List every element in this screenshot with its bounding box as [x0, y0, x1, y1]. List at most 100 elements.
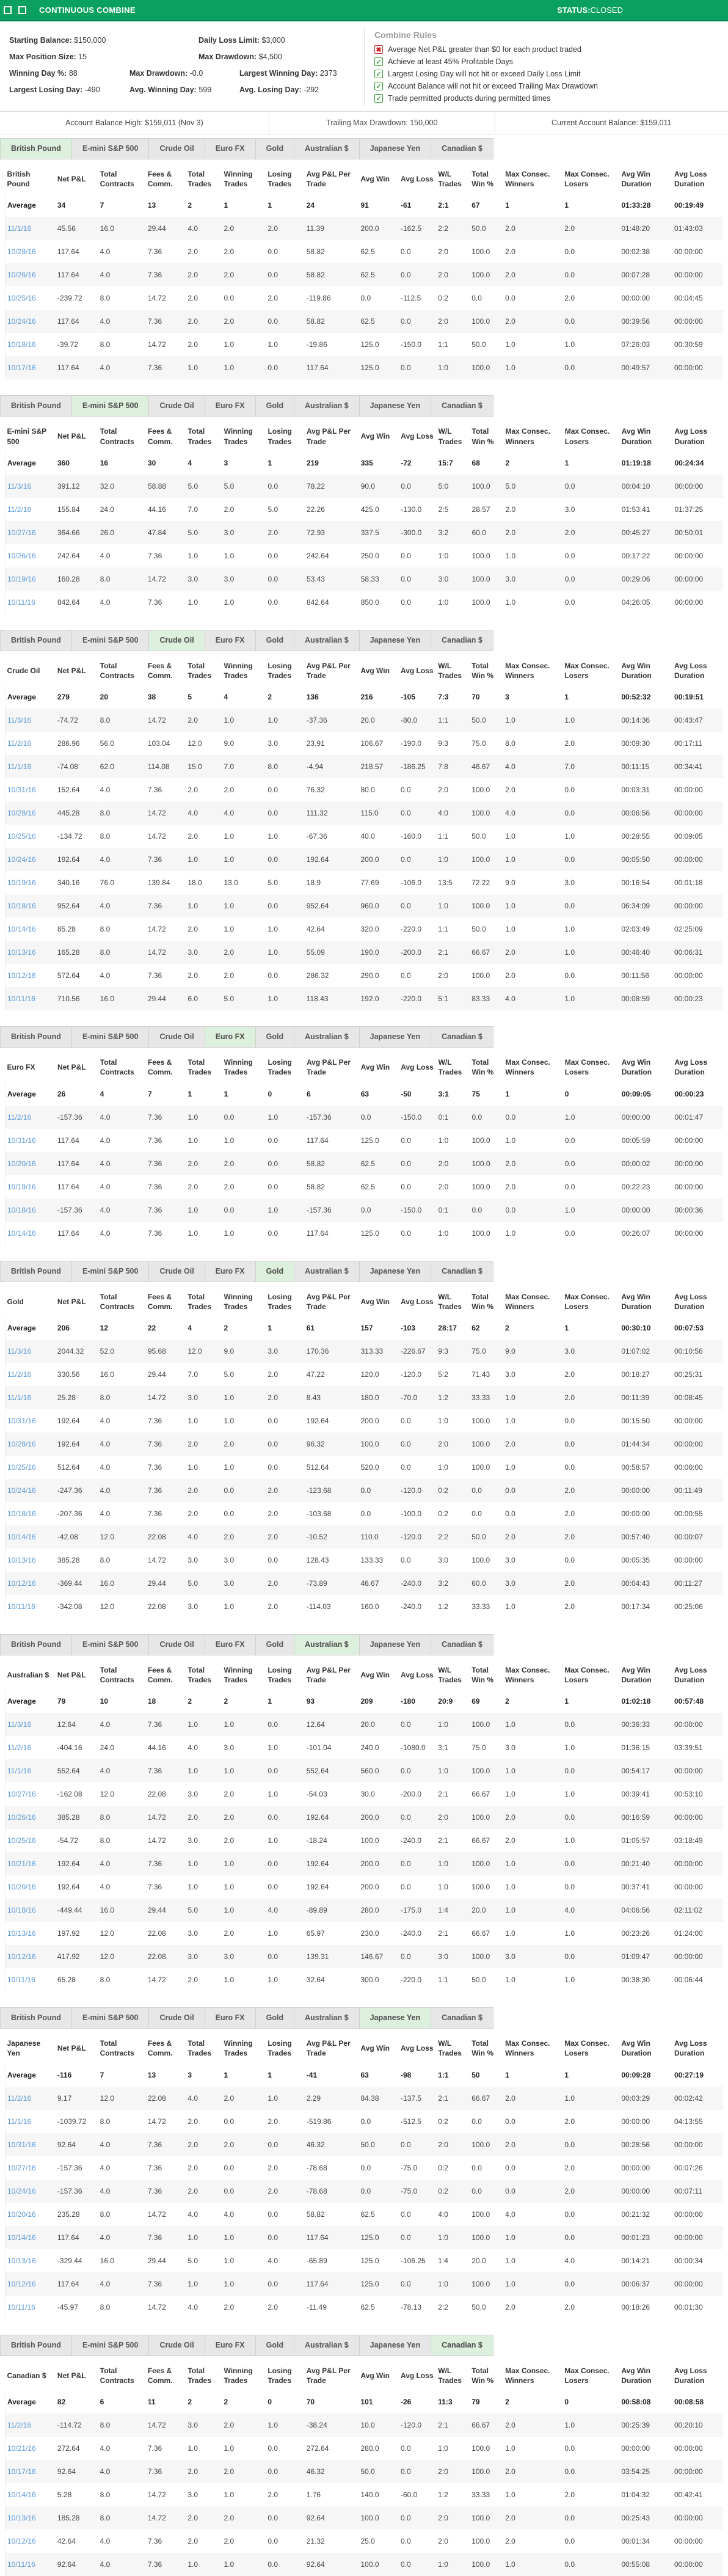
date-link[interactable]: 10/19/16	[7, 1183, 36, 1191]
tab-gold[interactable]: Gold	[256, 1026, 294, 1048]
tab-gold[interactable]: Gold	[256, 1261, 294, 1282]
date-link[interactable]: 10/12/16	[7, 2280, 36, 2288]
date-link[interactable]: 11/1/16	[7, 1393, 31, 1402]
date-link[interactable]: 10/14/16	[7, 2490, 36, 2499]
date-link[interactable]: 10/17/16	[7, 2467, 36, 2476]
tab-australian[interactable]: Australian $	[294, 630, 360, 651]
date-link[interactable]: 10/12/16	[7, 971, 36, 980]
tab-euro-fx[interactable]: Euro FX	[205, 1261, 256, 1282]
date-link[interactable]: 10/11/16	[7, 994, 35, 1003]
date-link[interactable]: 11/2/16	[7, 2421, 31, 2429]
date-link[interactable]: 10/28/16	[7, 809, 36, 817]
date-link[interactable]: 10/18/16	[7, 1906, 36, 1914]
date-link[interactable]: 10/24/16	[7, 855, 36, 864]
date-link[interactable]: 11/2/16	[7, 1370, 31, 1379]
tab-australian[interactable]: Australian $	[294, 1026, 360, 1048]
tab-japanese-yen[interactable]: Japanese Yen	[360, 1261, 431, 1282]
tab-japanese-yen[interactable]: Japanese Yen	[360, 1634, 431, 1655]
tab-gold[interactable]: Gold	[256, 1634, 294, 1655]
tab-e-mini-sandp-500[interactable]: E-mini S&P 500	[72, 2335, 149, 2356]
tab-british-pound[interactable]: British Pound	[0, 2007, 72, 2029]
date-link[interactable]: 10/14/16	[7, 2233, 36, 2242]
date-link[interactable]: 10/26/16	[7, 271, 36, 279]
tab-japanese-yen[interactable]: Japanese Yen	[360, 2335, 431, 2356]
date-link[interactable]: 11/1/16	[7, 1767, 31, 1775]
tab-crude-oil[interactable]: Crude Oil	[149, 1634, 205, 1655]
date-link[interactable]: 11/2/16	[7, 505, 31, 514]
tab-australian[interactable]: Australian $	[294, 1634, 360, 1655]
tab-euro-fx[interactable]: Euro FX	[205, 630, 256, 651]
tab-e-mini-sandp-500[interactable]: E-mini S&P 500	[72, 138, 149, 159]
date-link[interactable]: 11/3/16	[7, 716, 31, 724]
tab-british-pound[interactable]: British Pound	[0, 1261, 72, 1282]
date-link[interactable]: 10/13/16	[7, 1556, 36, 1564]
tab-japanese-yen[interactable]: Japanese Yen	[360, 630, 431, 651]
tab-gold[interactable]: Gold	[256, 395, 294, 417]
date-link[interactable]: 10/11/16	[7, 1602, 35, 1611]
date-link[interactable]: 11/2/16	[7, 739, 31, 748]
tab-british-pound[interactable]: British Pound	[0, 2335, 72, 2356]
tab-crude-oil[interactable]: Crude Oil	[149, 2007, 205, 2029]
date-link[interactable]: 11/1/16	[7, 2117, 31, 2126]
date-link[interactable]: 10/19/16	[7, 575, 36, 583]
tab-euro-fx[interactable]: Euro FX	[205, 138, 256, 159]
tab-canadian[interactable]: Canadian $	[431, 395, 493, 417]
tab-japanese-yen[interactable]: Japanese Yen	[360, 395, 431, 417]
tab-e-mini-sandp-500[interactable]: E-mini S&P 500	[72, 1261, 149, 1282]
date-link[interactable]: 10/20/16	[7, 1883, 36, 1891]
tab-canadian[interactable]: Canadian $	[431, 138, 493, 159]
date-link[interactable]: 10/28/16	[7, 1440, 36, 1448]
date-link[interactable]: 10/24/16	[7, 317, 36, 326]
date-link[interactable]: 10/12/16	[7, 2537, 36, 2545]
date-link[interactable]: 10/26/16	[7, 1813, 36, 1822]
date-link[interactable]: 10/13/16	[7, 2514, 36, 2522]
tab-crude-oil[interactable]: Crude Oil	[149, 395, 205, 417]
date-link[interactable]: 10/14/16	[7, 1229, 36, 1238]
date-link[interactable]: 10/20/16	[7, 1159, 36, 1168]
date-link[interactable]: 11/2/16	[7, 1113, 31, 1122]
date-link[interactable]: 10/18/16	[7, 1206, 36, 1214]
tab-crude-oil[interactable]: Crude Oil	[149, 1026, 205, 1048]
tab-canadian[interactable]: Canadian $	[431, 1026, 493, 1048]
date-link[interactable]: 11/2/16	[7, 1743, 31, 1752]
tab-crude-oil[interactable]: Crude Oil	[149, 1261, 205, 1282]
tab-australian[interactable]: Australian $	[294, 395, 360, 417]
tab-gold[interactable]: Gold	[256, 2335, 294, 2356]
date-link[interactable]: 10/27/16	[7, 528, 36, 537]
date-link[interactable]: 10/12/16	[7, 1952, 36, 1961]
tab-canadian[interactable]: Canadian $	[431, 2007, 493, 2029]
tab-australian[interactable]: Australian $	[294, 2335, 360, 2356]
tab-canadian[interactable]: Canadian $	[431, 1634, 493, 1655]
tab-euro-fx[interactable]: Euro FX	[205, 1634, 256, 1655]
tab-gold[interactable]: Gold	[256, 2007, 294, 2029]
tab-japanese-yen[interactable]: Japanese Yen	[360, 1026, 431, 1048]
tab-australian[interactable]: Australian $	[294, 2007, 360, 2029]
date-link[interactable]: 10/31/16	[7, 1417, 36, 1425]
tab-japanese-yen[interactable]: Japanese Yen	[360, 2007, 431, 2029]
date-link[interactable]: 10/14/16	[7, 925, 36, 933]
tab-crude-oil[interactable]: Crude Oil	[149, 138, 205, 159]
tab-australian[interactable]: Australian $	[294, 1261, 360, 1282]
tab-e-mini-sandp-500[interactable]: E-mini S&P 500	[72, 1026, 149, 1048]
date-link[interactable]: 10/31/16	[7, 1136, 36, 1145]
date-link[interactable]: 10/25/16	[7, 294, 36, 302]
date-link[interactable]: 10/31/16	[7, 2140, 36, 2149]
date-link[interactable]: 10/24/16	[7, 1486, 36, 1495]
date-link[interactable]: 10/28/16	[7, 247, 36, 256]
tab-euro-fx[interactable]: Euro FX	[205, 2335, 256, 2356]
tab-canadian[interactable]: Canadian $	[431, 1261, 493, 1282]
tab-british-pound[interactable]: British Pound	[0, 1026, 72, 1048]
date-link[interactable]: 10/21/16	[7, 2444, 36, 2453]
tab-british-pound[interactable]: British Pound	[0, 395, 72, 417]
tab-euro-fx[interactable]: Euro FX	[205, 395, 256, 417]
square-outline-icon-1[interactable]	[4, 6, 12, 14]
tab-japanese-yen[interactable]: Japanese Yen	[360, 138, 431, 159]
date-link[interactable]: 11/3/16	[7, 1720, 31, 1729]
date-link[interactable]: 10/11/16	[7, 598, 35, 607]
tab-australian[interactable]: Australian $	[294, 138, 360, 159]
date-link[interactable]: 10/13/16	[7, 2257, 36, 2265]
date-link[interactable]: 10/27/16	[7, 2164, 36, 2172]
date-link[interactable]: 10/13/16	[7, 1929, 36, 1938]
date-link[interactable]: 10/18/16	[7, 902, 36, 910]
date-link[interactable]: 10/12/16	[7, 1579, 36, 1588]
